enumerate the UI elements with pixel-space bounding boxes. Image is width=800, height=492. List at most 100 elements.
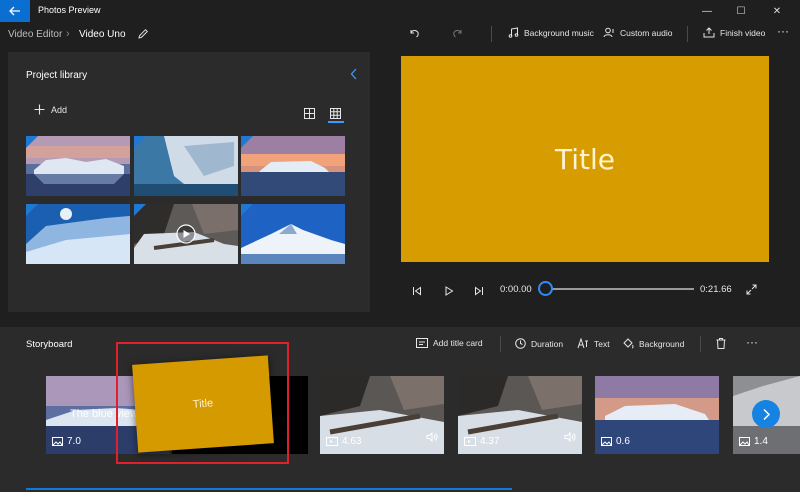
seek-bar[interactable] <box>546 288 694 290</box>
chevron-left-icon <box>350 68 357 80</box>
duration-button[interactable]: Duration <box>515 338 563 349</box>
unused-media-tag <box>241 136 253 148</box>
clip-duration: 7.0 <box>52 436 81 447</box>
library-thumbnail[interactable] <box>134 204 238 264</box>
background-music-button[interactable]: Background music <box>508 27 594 38</box>
custom-audio-label: Custom audio <box>620 27 673 38</box>
text-label: Text <box>594 338 610 349</box>
back-button[interactable] <box>0 0 30 22</box>
rocky-stream-video <box>134 204 238 264</box>
storyboard-clip[interactable]: 4.37 <box>458 376 582 454</box>
background-button[interactable]: Background <box>622 338 684 349</box>
more-options-button[interactable]: ··· <box>777 24 789 38</box>
library-thumbnail[interactable] <box>26 204 130 264</box>
minimize-button[interactable]: — <box>690 0 724 22</box>
background-label: Background <box>639 338 685 349</box>
storyboard-divider <box>500 336 501 352</box>
step-back-icon <box>413 286 421 296</box>
toolbar-divider <box>687 26 688 42</box>
highlight-box <box>116 342 289 464</box>
trash-icon <box>716 338 726 349</box>
back-arrow-icon <box>9 6 20 16</box>
duration-label: Duration <box>531 338 564 349</box>
clip-duration-value: 7.0 <box>67 436 81 447</box>
grid-small-icon <box>330 108 341 119</box>
close-button[interactable]: ✕ <box>760 0 794 22</box>
scroll-storyboard-right-button[interactable] <box>752 400 780 428</box>
undo-icon <box>410 30 419 38</box>
storyboard-clip[interactable]: 0.6 <box>595 376 719 454</box>
unused-media-tag <box>26 136 38 148</box>
next-frame-button[interactable] <box>474 283 484 301</box>
add-media-button[interactable]: Add <box>34 104 67 115</box>
large-thumbnails-button[interactable] <box>304 106 315 124</box>
clip-duration-value: 1.4 <box>754 436 768 447</box>
total-time: 0:21.66 <box>700 284 732 295</box>
collapse-library-button[interactable] <box>350 67 358 83</box>
finish-video-button[interactable]: Finish video <box>703 27 765 38</box>
volume-icon <box>426 431 438 443</box>
unused-media-tag <box>134 136 146 148</box>
finish-video-label: Finish video <box>720 27 766 38</box>
breadcrumb-current: Video Uno <box>79 29 126 40</box>
text-button[interactable]: Text <box>577 338 610 349</box>
play-button[interactable] <box>444 283 454 301</box>
text-icon <box>577 338 588 349</box>
current-time: 0:00.00 <box>500 284 532 295</box>
redo-icon <box>453 30 462 38</box>
delete-button[interactable] <box>716 338 726 349</box>
iceberg-dusk-image <box>241 136 345 196</box>
paint-bucket-icon <box>623 338 634 349</box>
library-thumbnail[interactable] <box>241 204 345 264</box>
storyboard-clip[interactable]: 4.63 <box>320 376 444 454</box>
ice-wall-image <box>134 136 238 196</box>
play-icon <box>445 286 454 296</box>
expand-icon <box>746 284 757 295</box>
undo-button[interactable] <box>408 27 420 39</box>
clip-duration-value: 0.6 <box>616 436 630 447</box>
add-title-card-button[interactable]: Add title card <box>416 338 483 348</box>
clip-volume-button[interactable] <box>426 429 438 447</box>
volume-icon <box>564 431 576 443</box>
maximize-button[interactable]: ☐ <box>724 0 758 22</box>
clip-duration-value: 4.63 <box>342 436 362 447</box>
image-icon <box>739 437 750 446</box>
video-icon <box>326 437 338 446</box>
app-title: Photos Preview <box>38 5 101 15</box>
storyboard-scrollbar[interactable] <box>26 488 512 490</box>
export-icon <box>703 27 715 38</box>
library-thumbnail[interactable] <box>26 136 130 196</box>
add-title-card-label: Add title card <box>433 338 483 348</box>
storyboard-more-button[interactable]: ··· <box>746 335 758 349</box>
library-thumbnail[interactable] <box>241 136 345 196</box>
storyboard-title: Storyboard <box>26 339 73 350</box>
iceberg-sunset-image <box>26 136 130 196</box>
clip-duration: 4.63 <box>326 436 361 447</box>
fullscreen-button[interactable] <box>746 282 757 300</box>
snowy-mountain-image <box>241 204 345 264</box>
preview-title-text: Title <box>554 142 615 176</box>
library-thumbnail[interactable] <box>134 136 238 196</box>
redo-button[interactable] <box>452 27 464 39</box>
rename-button[interactable] <box>137 27 149 45</box>
clip-duration-value: 4.37 <box>480 436 500 447</box>
clip-duration: 4.37 <box>464 436 499 447</box>
plus-icon <box>34 104 45 115</box>
chevron-right-icon <box>762 408 770 420</box>
seek-handle[interactable] <box>538 281 553 296</box>
previous-frame-button[interactable] <box>412 283 422 301</box>
unused-media-tag <box>26 204 38 216</box>
clip-volume-button[interactable] <box>564 429 576 447</box>
toolbar-divider <box>491 26 492 42</box>
image-icon <box>601 437 612 446</box>
breadcrumb-parent[interactable]: Video Editor <box>8 29 62 40</box>
title-card-icon <box>416 338 428 348</box>
custom-audio-button[interactable]: Custom audio <box>603 27 672 38</box>
clip-duration: 0.6 <box>601 436 630 447</box>
project-library-title: Project library <box>26 70 88 81</box>
background-music-label: Background music <box>524 27 594 38</box>
unused-media-tag <box>241 204 253 216</box>
custom-audio-icon <box>603 27 614 38</box>
video-icon <box>464 437 476 446</box>
add-label: Add <box>51 104 68 115</box>
